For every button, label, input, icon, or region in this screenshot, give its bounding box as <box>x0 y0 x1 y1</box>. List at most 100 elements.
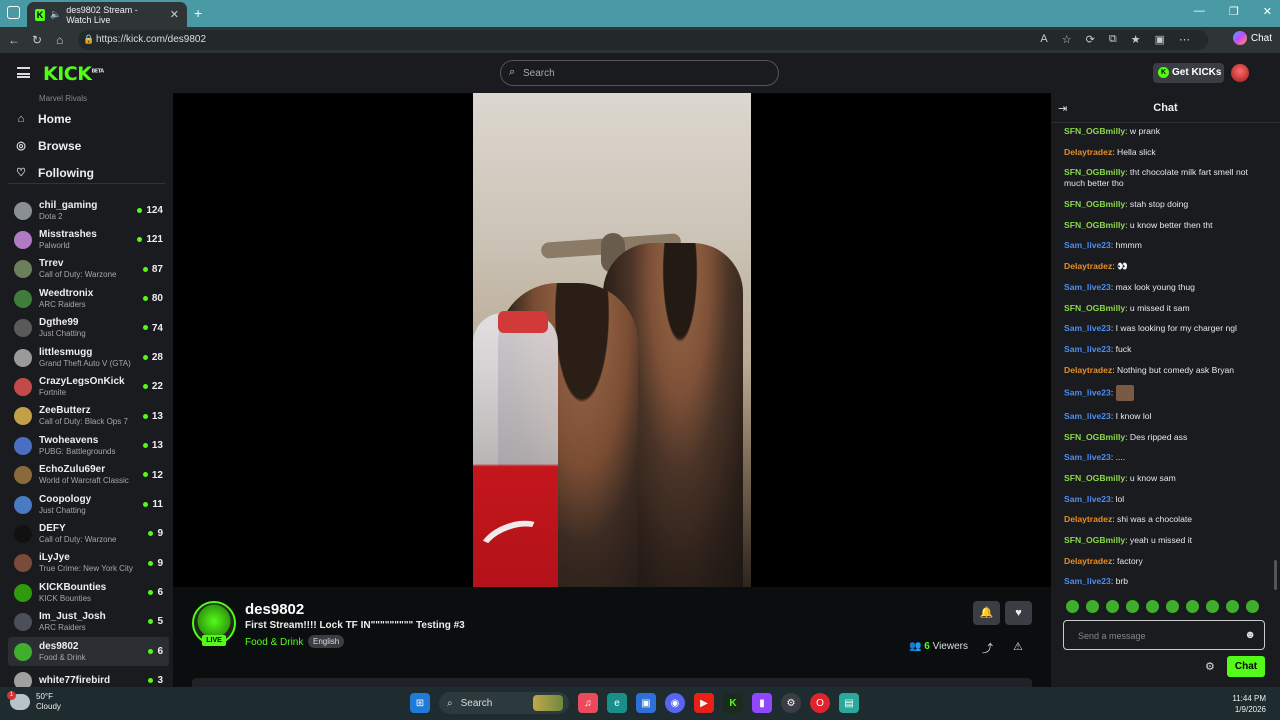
chat-username[interactable]: Sam_live23 <box>1064 344 1111 354</box>
kick-app-icon[interactable]: K <box>723 693 743 713</box>
chat-scrollbar[interactable] <box>1274 560 1277 590</box>
chat-username[interactable]: Sam_live23 <box>1064 323 1111 333</box>
minimize-icon[interactable]: — <box>1194 5 1205 18</box>
emote-icon[interactable] <box>1066 600 1079 613</box>
copilot-button[interactable]: Chat <box>1232 31 1272 45</box>
share-icon[interactable]: ⤴ <box>982 640 993 656</box>
refresh-icon[interactable]: ↻ <box>32 33 42 47</box>
collections-icon[interactable]: ▣ <box>1155 33 1165 46</box>
emote-icon[interactable] <box>1186 600 1199 613</box>
emote-icon[interactable] <box>1166 600 1179 613</box>
chat-username[interactable]: Delaytradez <box>1064 514 1112 524</box>
following-item[interactable]: Coopology Just Chatting 11 <box>8 490 169 519</box>
opera-icon[interactable]: O <box>810 693 830 713</box>
following-item[interactable]: Dgthe99 Just Chatting 74 <box>8 314 169 343</box>
nav-browse[interactable]: ◎ Browse <box>14 132 94 159</box>
following-item[interactable]: iLyJye True Crime: New York City 9 <box>8 549 169 578</box>
chat-username[interactable]: Sam_live23 <box>1064 494 1111 504</box>
chat-username[interactable]: SFN_OGBmilly <box>1064 199 1125 209</box>
following-item[interactable]: des9802 Food & Drink 6 <box>8 636 169 667</box>
chat-username[interactable]: Sam_live23 <box>1064 388 1111 398</box>
chat-username[interactable]: Sam_live23 <box>1064 240 1111 250</box>
chat-message-input[interactable]: Send a message ☻ <box>1063 620 1265 650</box>
chat-username[interactable]: SFN_OGBmilly <box>1064 220 1125 230</box>
back-icon[interactable]: ← <box>8 33 20 47</box>
read-aloud-icon[interactable]: A <box>1040 33 1047 46</box>
following-item[interactable]: CrazyLegsOnKick Fortnite 22 <box>8 372 169 401</box>
nav-following[interactable]: ♡ Following <box>14 159 94 186</box>
windows-start-icon[interactable]: ⊞ <box>410 693 430 713</box>
emoji-picker-icon[interactable]: ☻ <box>1244 629 1256 641</box>
taskbar-clock[interactable]: 11:44 PM 1/9/2026 <box>1232 693 1266 715</box>
extensions-icon[interactable]: ⟳ <box>1086 33 1095 46</box>
chat-username[interactable]: Sam_live23 <box>1064 452 1111 462</box>
chat-username[interactable]: SFN_OGBmilly <box>1064 167 1125 177</box>
taskbar-search[interactable]: ⌕ Search <box>439 692 569 714</box>
emote-icon[interactable] <box>1106 600 1119 613</box>
game-app-icon[interactable]: ▤ <box>839 693 859 713</box>
report-icon[interactable]: ⚠ <box>1013 640 1023 653</box>
following-item[interactable]: Im_Just_Josh ARC Raiders 5 <box>8 607 169 636</box>
emote-icon[interactable] <box>1226 600 1239 613</box>
emote-icon[interactable] <box>1086 600 1099 613</box>
language-tag[interactable]: English <box>308 635 345 648</box>
store-app-icon[interactable]: ▣ <box>636 693 656 713</box>
workspaces-icon[interactable] <box>7 6 20 19</box>
favorite-star-icon[interactable]: ☆ <box>1062 33 1072 46</box>
chat-username[interactable]: Delaytradez <box>1064 556 1112 566</box>
following-item[interactable]: EchoZulu69er World of Warcraft Classic 12 <box>8 461 169 490</box>
music-app-icon[interactable]: ♫ <box>578 693 598 713</box>
follow-heart-button[interactable]: ♥ <box>1005 601 1032 625</box>
home-browser-icon[interactable]: ⌂ <box>56 33 63 47</box>
edge-browser-icon[interactable]: e <box>607 693 627 713</box>
weather-widget[interactable]: 50°FCloudy <box>7 691 61 712</box>
close-tab-icon[interactable]: ✕ <box>170 8 179 21</box>
search-input[interactable]: ⌕ Search <box>500 60 779 86</box>
menu-icon[interactable] <box>17 67 30 78</box>
chat-username[interactable]: SFN_OGBmilly <box>1064 473 1125 483</box>
address-bar[interactable]: 🔒 https://kick.com/des9802 <box>78 30 1208 50</box>
chat-username[interactable]: Delaytradez <box>1064 261 1112 271</box>
favorites-icon[interactable]: ★ <box>1131 33 1141 46</box>
chat-username[interactable]: SFN_OGBmilly <box>1064 303 1125 313</box>
collapse-chat-icon[interactable]: ⇥ <box>1058 102 1067 115</box>
channel-name[interactable]: des9802 <box>245 601 304 618</box>
settings-app-icon[interactable]: ⚙ <box>781 693 801 713</box>
chat-username[interactable]: Sam_live23 <box>1064 411 1111 421</box>
more-dots-icon[interactable]: ⋯ <box>1179 33 1190 46</box>
chat-settings-icon[interactable]: ⚙ <box>1205 660 1215 673</box>
following-item[interactable]: DEFY Call of Duty: Warzone 9 <box>8 519 169 548</box>
browser-tab-active[interactable]: K 🔈 des9802 Stream - Watch Live ✕ <box>27 2 187 27</box>
emote-icon[interactable] <box>1126 600 1139 613</box>
close-window-icon[interactable]: ✕ <box>1263 5 1272 18</box>
following-item[interactable]: Misstrashes Palworld 121 <box>8 225 169 254</box>
chat-username[interactable]: SFN_OGBmilly <box>1064 432 1125 442</box>
chat-username[interactable]: SFN_OGBmilly <box>1064 535 1125 545</box>
discord-icon[interactable]: ◉ <box>665 693 685 713</box>
chat-username[interactable]: Sam_live23 <box>1064 282 1111 292</box>
split-screen-icon[interactable]: ⧉ <box>1109 33 1117 46</box>
chat-username[interactable]: Sam_live23 <box>1064 576 1111 586</box>
following-item[interactable]: littlesmugg Grand Theft Auto V (GTA) 28 <box>8 343 169 372</box>
twitch-icon[interactable]: ▮ <box>752 693 772 713</box>
restore-icon[interactable]: ❐ <box>1229 5 1239 18</box>
new-tab-icon[interactable]: + <box>194 5 202 21</box>
emote-icon[interactable] <box>1146 600 1159 613</box>
following-item[interactable]: KICKBounties KICK Bounties 6 <box>8 578 169 607</box>
chat-username[interactable]: Delaytradez <box>1064 365 1112 375</box>
speaker-icon[interactable]: 🔈 <box>50 9 61 20</box>
following-item[interactable]: Twoheavens PUBG: Battlegrounds 13 <box>8 431 169 460</box>
user-avatar[interactable] <box>1231 64 1249 82</box>
chat-username[interactable]: Delaytradez <box>1064 147 1112 157</box>
get-kicks-button[interactable]: K Get KICKs <box>1153 63 1224 83</box>
send-chat-button[interactable]: Chat <box>1227 656 1265 677</box>
notification-bell-button[interactable]: 🔔 <box>973 601 1000 625</box>
following-item[interactable]: Trrev Call of Duty: Warzone 87 <box>8 255 169 284</box>
kick-logo[interactable]: KICKBETA <box>43 63 104 85</box>
chat-username[interactable]: SFN_OGBmilly <box>1064 126 1125 136</box>
nav-home[interactable]: ⌂ Home <box>14 105 94 132</box>
youtube-icon[interactable]: ▶ <box>694 693 714 713</box>
following-item[interactable]: ZeeButterz Call of Duty: Black Ops 7 13 <box>8 402 169 431</box>
following-item[interactable]: chil_gaming Dota 2 124 <box>8 196 169 225</box>
stream-category[interactable]: Food & Drink <box>245 637 303 648</box>
